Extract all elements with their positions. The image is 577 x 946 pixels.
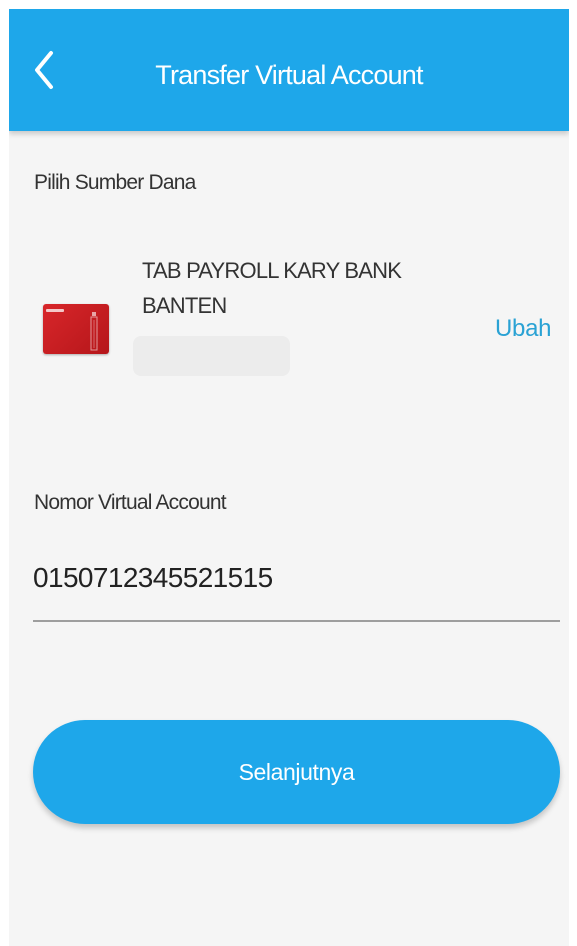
bank-card-icon — [43, 304, 109, 354]
page-title: Transfer Virtual Account — [155, 60, 423, 90]
change-source-link[interactable]: Ubah — [495, 315, 551, 343]
source-fund-label: Pilih Sumber Dana — [34, 171, 196, 194]
virtual-account-label: Nomor Virtual Account — [34, 491, 227, 514]
card-tower-graphic — [90, 312, 98, 351]
virtual-account-input[interactable] — [33, 544, 560, 622]
transfer-screen: Transfer Virtual Account Pilih Sumber Da… — [9, 9, 569, 946]
account-number-placeholder — [133, 336, 290, 376]
next-button[interactable]: Selanjutnya — [33, 720, 560, 824]
account-name: TAB PAYROLL KARY BANK BANTEN — [142, 258, 402, 318]
card-logo — [46, 309, 64, 312]
app-bar: Transfer Virtual Account — [9, 9, 569, 131]
